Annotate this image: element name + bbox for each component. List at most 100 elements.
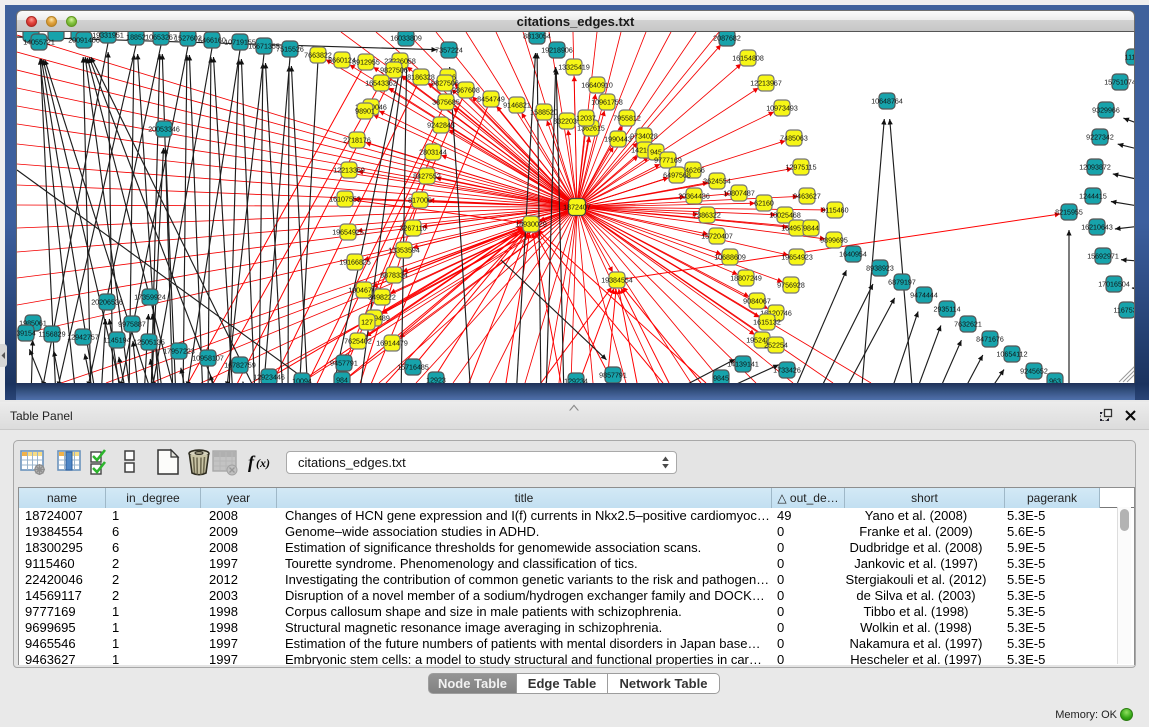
svg-text:7357224: 7357224 — [435, 47, 463, 55]
svg-text:9899695: 9899695 — [820, 237, 848, 245]
svg-text:9146821: 9146821 — [503, 102, 531, 110]
svg-text:2867608: 2867608 — [452, 87, 480, 95]
svg-text:16543362: 16543362 — [365, 80, 397, 88]
svg-text:6497568: 6497568 — [663, 172, 691, 180]
svg-text:19166825: 19166825 — [339, 259, 371, 267]
svg-text:8938923: 8938923 — [866, 265, 894, 273]
svg-text:18852: 18852 — [126, 34, 146, 42]
svg-text:15716485: 15716485 — [397, 364, 429, 372]
svg-text:15692971: 15692971 — [1087, 253, 1119, 261]
svg-text:9857791: 9857791 — [599, 372, 627, 380]
svg-text:1244415: 1244415 — [1079, 193, 1107, 201]
svg-text:3875685: 3875685 — [432, 99, 460, 107]
svg-text:7485063: 7485063 — [780, 135, 808, 143]
svg-text:9457791: 9457791 — [330, 360, 358, 368]
svg-text:9777169: 9777169 — [654, 157, 682, 165]
svg-text:16782759: 16782759 — [224, 362, 256, 370]
svg-text:127: 127 — [361, 319, 373, 327]
svg-text:19654923: 19654923 — [781, 254, 813, 262]
svg-text:1167534: 1167534 — [1113, 307, 1135, 315]
svg-text:13325419: 13325419 — [558, 64, 590, 72]
svg-text:9115460: 9115460 — [821, 207, 848, 215]
svg-text:1156829: 1156829 — [38, 331, 65, 339]
svg-text:17957223: 17957223 — [163, 348, 195, 356]
svg-text:20206536: 20206536 — [91, 299, 123, 307]
svg-text:13353594: 13353594 — [388, 247, 420, 255]
svg-text:3624554: 3624554 — [703, 178, 731, 186]
svg-text:16210643: 16210643 — [1081, 224, 1113, 232]
svg-text:18807249: 18807249 — [730, 275, 762, 283]
svg-text:39154: 39154 — [17, 330, 36, 338]
svg-text:9242848: 9242848 — [427, 122, 455, 130]
svg-text:9827506: 9827506 — [380, 67, 408, 75]
svg-text:12975115: 12975115 — [785, 164, 816, 172]
svg-text:8878334: 8878334 — [380, 272, 408, 280]
svg-text:16640910: 16640910 — [581, 82, 613, 90]
svg-text:9084067: 9084067 — [743, 298, 771, 306]
svg-text:16671355: 16671355 — [248, 43, 280, 51]
svg-text:62160: 62160 — [754, 200, 774, 208]
svg-text:f: f — [248, 452, 256, 472]
svg-text:16107553: 16107553 — [329, 196, 361, 204]
svg-text:9227342: 9227342 — [1086, 134, 1114, 142]
svg-text:1588520: 1588520 — [530, 109, 558, 117]
svg-text:6879197: 6879197 — [888, 279, 916, 287]
svg-text:9474444: 9474444 — [910, 292, 938, 300]
svg-text:7632621: 7632621 — [954, 321, 982, 329]
svg-text:3498222: 3498222 — [368, 294, 396, 302]
svg-text:17359924: 17359924 — [134, 294, 166, 302]
svg-text:16033809: 16033809 — [390, 35, 422, 43]
svg-text:2803144: 2803144 — [419, 149, 447, 157]
svg-text:15751074: 15751074 — [1104, 79, 1135, 87]
svg-text:1640954: 1640954 — [839, 251, 867, 259]
svg-text:15720407: 15720407 — [701, 233, 733, 241]
svg-text:10653267: 10653267 — [145, 34, 177, 42]
svg-text:7515526: 7515526 — [276, 46, 304, 54]
svg-text:10961758: 10961758 — [591, 99, 623, 107]
svg-text:8215955: 8215955 — [1055, 209, 1083, 217]
svg-text:9245652: 9245652 — [1020, 368, 1048, 376]
svg-text:1990443: 1990443 — [604, 136, 632, 144]
svg-text:6466160: 6466160 — [198, 37, 226, 45]
svg-text:11125: 11125 — [1125, 54, 1135, 62]
svg-text:12942757: 12942757 — [67, 334, 99, 342]
svg-text:19331951: 19331951 — [92, 32, 124, 39]
svg-text:8471676: 8471676 — [976, 336, 1004, 344]
svg-text:10654112: 10654112 — [996, 351, 1027, 359]
svg-text:9844: 9844 — [803, 225, 819, 233]
svg-text:17016504: 17016504 — [1098, 281, 1130, 289]
svg-text:9329966: 9329966 — [1092, 107, 1120, 115]
svg-text:8427552: 8427552 — [413, 173, 441, 181]
svg-text:16914479: 16914479 — [376, 340, 408, 348]
svg-text:8912955: 8912955 — [352, 59, 380, 67]
svg-text:19218906: 19218906 — [541, 47, 573, 55]
svg-text:20053346: 20053346 — [148, 126, 180, 134]
svg-text:14055721: 14055721 — [23, 39, 55, 47]
svg-text:18930029: 18930029 — [515, 221, 547, 229]
svg-text:8454749: 8454749 — [477, 96, 505, 104]
svg-text:14139141: 14139141 — [727, 361, 759, 369]
svg-text:9756928: 9756928 — [777, 282, 805, 290]
svg-text:12213369: 12213369 — [333, 167, 365, 175]
svg-text:2718176: 2718176 — [343, 137, 371, 145]
svg-text:817006: 817006 — [408, 197, 432, 205]
svg-text:1733426: 1733426 — [773, 367, 801, 375]
svg-text:7955812: 7955812 — [613, 115, 641, 123]
svg-text:12505135: 12505135 — [133, 339, 165, 347]
svg-text:20364436: 20364436 — [678, 193, 710, 201]
svg-text:12213967: 12213967 — [750, 80, 782, 88]
svg-text:10688609: 10688609 — [714, 254, 746, 262]
svg-text:2087682: 2087682 — [713, 35, 741, 43]
svg-text:1872407: 1872407 — [563, 204, 591, 212]
svg-text:19384554: 19384554 — [601, 277, 633, 285]
svg-text:19654925: 19654925 — [332, 229, 364, 237]
svg-text:252254: 252254 — [764, 342, 788, 350]
svg-text:(x): (x) — [256, 456, 270, 470]
svg-text:9734028: 9734028 — [630, 133, 658, 141]
svg-text:10025468: 10025468 — [769, 212, 801, 220]
svg-text:7386322: 7386322 — [693, 212, 721, 220]
svg-text:1615132: 1615132 — [753, 319, 781, 327]
svg-text:9845: 9845 — [713, 375, 729, 383]
svg-text:2935114: 2935114 — [933, 306, 960, 314]
svg-text:8813054: 8813054 — [523, 33, 551, 41]
